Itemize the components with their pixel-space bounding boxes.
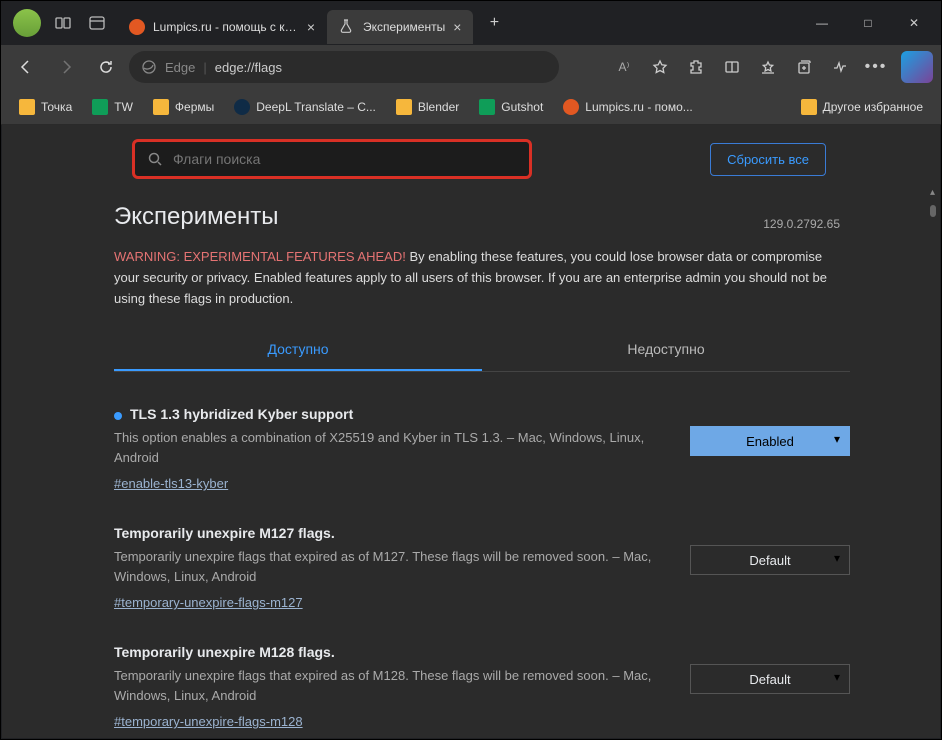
workspaces-icon[interactable] xyxy=(53,13,73,33)
url-text: edge://flags xyxy=(215,60,282,75)
flask-icon xyxy=(339,19,355,35)
page-title: Эксперименты xyxy=(114,203,850,231)
sheets-icon xyxy=(479,99,495,115)
copilot-button[interactable] xyxy=(901,51,933,83)
forward-button xyxy=(49,51,83,83)
flags-search-input[interactable] xyxy=(173,151,517,167)
flag-title: Temporarily unexpire M128 flags. xyxy=(114,644,670,660)
lumpics-favicon xyxy=(129,19,145,35)
bookmarks-bar: Точка TW Фермы DeepL Translate – C... Bl… xyxy=(1,89,941,125)
browser-tab[interactable]: Эксперименты × xyxy=(327,10,473,44)
flag-select[interactable]: Enabled xyxy=(690,426,850,456)
bookmark-item[interactable]: Точка xyxy=(11,95,80,119)
read-aloud-icon[interactable]: A⁾ xyxy=(607,51,641,83)
folder-icon xyxy=(19,99,35,115)
bookmark-item[interactable]: DeepL Translate – C... xyxy=(226,95,384,119)
tab-label: Lumpics.ru - помощь с компьюте xyxy=(153,20,299,34)
refresh-button[interactable] xyxy=(89,51,123,83)
flag-select[interactable]: Default xyxy=(690,545,850,575)
edge-icon xyxy=(141,59,157,75)
favorite-icon[interactable] xyxy=(643,51,677,83)
flag-anchor[interactable]: #enable-tls13-kyber xyxy=(114,476,228,491)
folder-icon xyxy=(801,99,817,115)
search-icon xyxy=(147,151,163,167)
browser-tab[interactable]: Lumpics.ru - помощь с компьюте × xyxy=(117,10,327,44)
tab-label: Эксперименты xyxy=(363,20,445,34)
close-icon[interactable]: × xyxy=(307,19,315,35)
window-minimize[interactable]: — xyxy=(799,3,845,43)
favorites-bar-icon[interactable] xyxy=(751,51,785,83)
new-tab-button[interactable]: + xyxy=(479,8,509,38)
back-button[interactable] xyxy=(9,51,43,83)
flag-title: TLS 1.3 hybridized Kyber support xyxy=(114,406,670,422)
address-bar[interactable]: Edge | edge://flags xyxy=(129,51,559,83)
tab-actions-icon[interactable] xyxy=(87,13,107,33)
folder-icon xyxy=(153,99,169,115)
page-content: Сбросить все Эксперименты 129.0.2792.65 … xyxy=(2,125,940,738)
flag-description: Temporarily unexpire flags that expired … xyxy=(114,666,670,705)
split-screen-icon[interactable] xyxy=(715,51,749,83)
titlebar: Lumpics.ru - помощь с компьюте × Экспери… xyxy=(1,1,941,45)
browser-name: Edge xyxy=(165,60,195,75)
other-bookmarks[interactable]: Другое избранное xyxy=(793,95,931,119)
menu-icon[interactable]: ••• xyxy=(859,51,893,83)
warning-text: WARNING: EXPERIMENTAL FEATURES AHEAD! By… xyxy=(114,247,850,309)
folder-icon xyxy=(396,99,412,115)
scrollbar[interactable]: ▴ xyxy=(924,185,938,738)
flag-item: Temporarily unexpire M127 flags. Tempora… xyxy=(114,511,850,630)
bookmark-item[interactable]: Blender xyxy=(388,95,467,119)
flag-anchor[interactable]: #temporary-unexpire-flags-m128 xyxy=(114,714,303,729)
extensions-icon[interactable] xyxy=(679,51,713,83)
collections-icon[interactable] xyxy=(787,51,821,83)
deepl-icon xyxy=(234,99,250,115)
bookmark-item[interactable]: Gutshot xyxy=(471,95,551,119)
flags-search-box[interactable] xyxy=(132,139,532,179)
flag-select[interactable]: Default xyxy=(690,664,850,694)
flag-title: Temporarily unexpire M127 flags. xyxy=(114,525,670,541)
reset-all-button[interactable]: Сбросить все xyxy=(710,143,826,176)
window-maximize[interactable]: □ xyxy=(845,3,891,43)
bookmark-item[interactable]: TW xyxy=(84,95,141,119)
bookmark-item[interactable]: Lumpics.ru - помо... xyxy=(555,95,700,119)
version-text: 129.0.2792.65 xyxy=(763,217,840,231)
window-close[interactable]: ✕ xyxy=(891,3,937,43)
lumpics-icon xyxy=(563,99,579,115)
flag-description: This option enables a combination of X25… xyxy=(114,428,670,467)
sheets-icon xyxy=(92,99,108,115)
performance-icon[interactable] xyxy=(823,51,857,83)
flag-item: TLS 1.3 hybridized Kyber support This op… xyxy=(114,392,850,511)
profile-avatar[interactable] xyxy=(13,9,41,37)
tab-available[interactable]: Доступно xyxy=(114,329,482,371)
close-icon[interactable]: × xyxy=(453,19,461,35)
toolbar: Edge | edge://flags A⁾ ••• xyxy=(1,45,941,89)
bookmark-item[interactable]: Фермы xyxy=(145,95,222,119)
flags-tabs: Доступно Недоступно xyxy=(114,329,850,372)
tab-unavailable[interactable]: Недоступно xyxy=(482,329,850,371)
flag-anchor[interactable]: #temporary-unexpire-flags-m127 xyxy=(114,595,303,610)
flag-item: Temporarily unexpire M128 flags. Tempora… xyxy=(114,630,850,738)
flag-description: Temporarily unexpire flags that expired … xyxy=(114,547,670,586)
